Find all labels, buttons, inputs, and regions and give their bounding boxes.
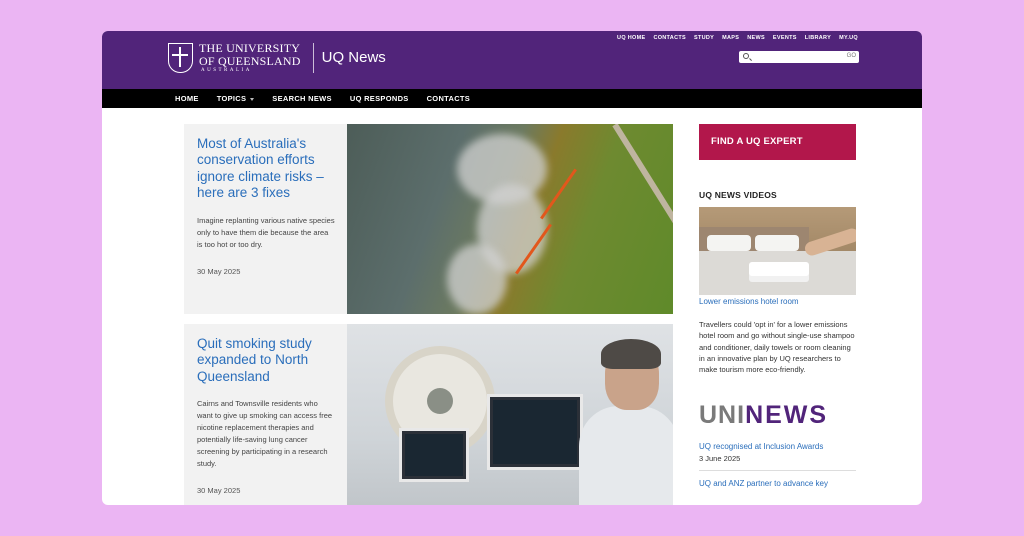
article-image-ct-scanner[interactable] [347,324,673,505]
top-link-my-uq[interactable]: MY.UQ [839,35,858,41]
search-go-button[interactable]: GO [847,53,856,59]
site-title[interactable]: UQ News [322,49,386,66]
university-name: THE UNIVERSITY OF QUEENSLAND AUSTRALIA [199,42,301,73]
monitor [487,394,583,470]
uninews-logo-uni: UNI [699,401,746,430]
sidebar: FIND A UQ EXPERT UQ NEWS VIDEOS Lower em… [699,124,856,488]
top-link-news[interactable]: NEWS [747,35,765,41]
article-title[interactable]: Most of Australia's conservation efforts… [197,136,335,202]
browser-window: THE UNIVERSITY OF QUEENSLAND AUSTRALIA U… [102,31,922,505]
smoke-plume [447,244,507,314]
monitor [399,428,469,482]
article-date: 30 May 2025 [197,486,241,496]
article-title[interactable]: Quit smoking study expanded to North Que… [197,336,335,385]
uq-logo[interactable]: THE UNIVERSITY OF QUEENSLAND AUSTRALIA U… [168,42,386,73]
top-link-contacts[interactable]: CONTACTS [653,35,686,41]
article-card[interactable]: Most of Australia's conservation efforts… [184,124,673,314]
top-link-study[interactable]: STUDY [694,35,714,41]
nav-item-contacts[interactable]: CONTACTS [427,94,471,103]
uninews-item-link[interactable]: UQ recognised at Inclusion Awards [699,442,856,451]
search-icon [743,53,749,59]
video-description: Travellers could 'opt in' for a lower em… [699,320,855,374]
utility-links: UQ HOME CONTACTS STUDY MAPS NEWS EVENTS … [617,35,858,41]
nav-item-topics-label: TOPICS [216,94,247,103]
main-nav: HOME TOPICS SEARCH NEWS UQ RESPONDS CONT… [102,89,922,108]
article-image-bushfire[interactable] [347,124,673,314]
top-link-uq-home[interactable]: UQ HOME [617,35,645,41]
nav-item-search-news[interactable]: SEARCH NEWS [272,94,332,103]
folded-towels [749,262,809,276]
scanner-bore [427,388,453,414]
videos-heading: UQ NEWS VIDEOS [699,190,777,200]
nav-item-uq-responds[interactable]: UQ RESPONDS [350,94,409,103]
researcher-hair [601,339,661,369]
video-title-link[interactable]: Lower emissions hotel room [699,297,856,306]
pillow [755,235,799,251]
article-summary: Cairns and Townsville residents who want… [197,399,333,469]
uninews-item-link[interactable]: UQ and ANZ partner to advance key [699,479,856,488]
site-header: THE UNIVERSITY OF QUEENSLAND AUSTRALIA U… [102,31,922,89]
search-input[interactable]: GO [739,51,859,63]
divider [699,470,856,472]
uninews-item-date: 3 June 2025 [699,454,741,464]
article-text: Quit smoking study expanded to North Que… [197,336,335,495]
article-card[interactable]: Quit smoking study expanded to North Que… [184,324,673,505]
article-text: Most of Australia's conservation efforts… [197,136,335,276]
video-thumbnail[interactable] [699,207,856,295]
pillow [707,235,751,251]
article-summary: Imagine replanting various native specie… [197,215,335,249]
nav-item-topics[interactable]: TOPICS [217,94,255,103]
article-date: 30 May 2025 [197,266,241,276]
top-link-library[interactable]: LIBRARY [805,35,831,41]
uq-crest-icon [168,42,193,73]
uninews-logo-news: NEWS [745,401,829,430]
chevron-down-icon [250,97,255,101]
road [612,124,673,245]
researcher-body [579,406,673,505]
uni-name-line2: OF QUEENSLAND [199,53,301,68]
uni-name-line1: THE UNIVERSITY [199,41,301,55]
nav-item-home[interactable]: HOME [175,94,199,103]
monitor-screen [405,434,463,476]
uni-name-line3: AUSTRALIA [201,68,252,74]
monitor-screen [493,400,577,464]
uninews-logo[interactable]: UNINEWS [699,403,856,428]
logo-divider [312,42,314,73]
top-link-events[interactable]: EVENTS [773,35,797,41]
top-link-maps[interactable]: MAPS [722,35,739,41]
find-expert-button[interactable]: FIND A UQ EXPERT [699,124,856,160]
